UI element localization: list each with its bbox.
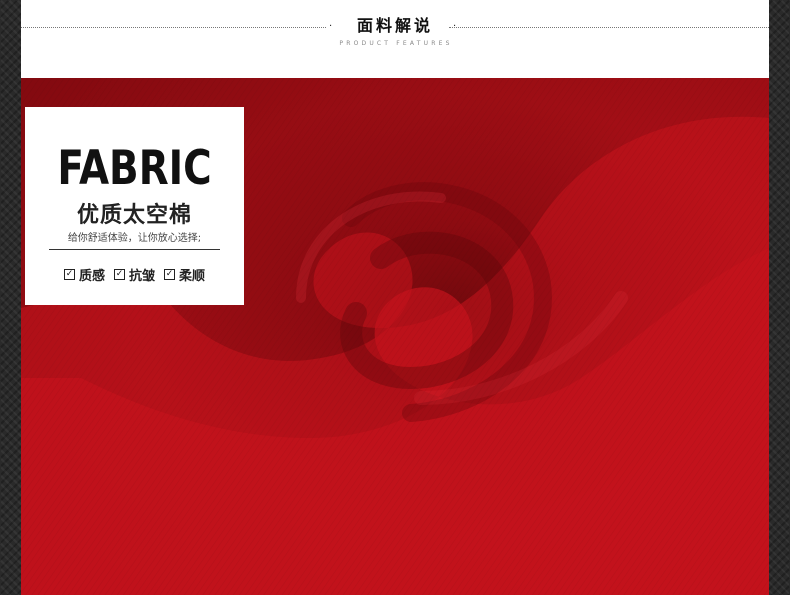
header-dot-right: · xyxy=(453,21,457,32)
card-subtitle: 优质太空棉 xyxy=(76,203,192,228)
feature-item: ✓ 柔顺 xyxy=(164,265,205,284)
header-dotted-line-left xyxy=(21,27,326,28)
card-divider xyxy=(49,249,220,250)
section-subtitle: PRODUCT FEATURES xyxy=(339,40,453,47)
section-header: · 面料解说 · PRODUCT FEATURES xyxy=(21,0,769,78)
feature-item: ✓ 抗皱 xyxy=(113,265,155,284)
checkbox-icon: ✓ xyxy=(113,269,125,280)
header-dotted-line-right xyxy=(449,27,769,28)
card-title: FABRIC xyxy=(57,141,212,196)
checkbox-icon: ✓ xyxy=(164,269,175,280)
header-dot-left: · xyxy=(329,21,333,32)
feature-label: 抗皱 xyxy=(128,269,155,284)
feature-item: ✓ 质感 xyxy=(63,265,105,284)
feature-label: 柔顺 xyxy=(179,269,206,284)
checkbox-icon: ✓ xyxy=(63,269,75,280)
feature-label: 质感 xyxy=(78,269,105,284)
card-description: 给你舒适体验，让你放心选择; xyxy=(67,233,202,244)
section-title: 面料解说 xyxy=(356,16,433,35)
feature-list: ✓ 质感 ✓ 抗皱 ✓ 柔顺 xyxy=(25,265,244,284)
fabric-info-card: FABRIC 优质太空棉 给你舒适体验，让你放心选择; ✓ 质感 ✓ 抗皱 ✓ … xyxy=(25,107,244,305)
